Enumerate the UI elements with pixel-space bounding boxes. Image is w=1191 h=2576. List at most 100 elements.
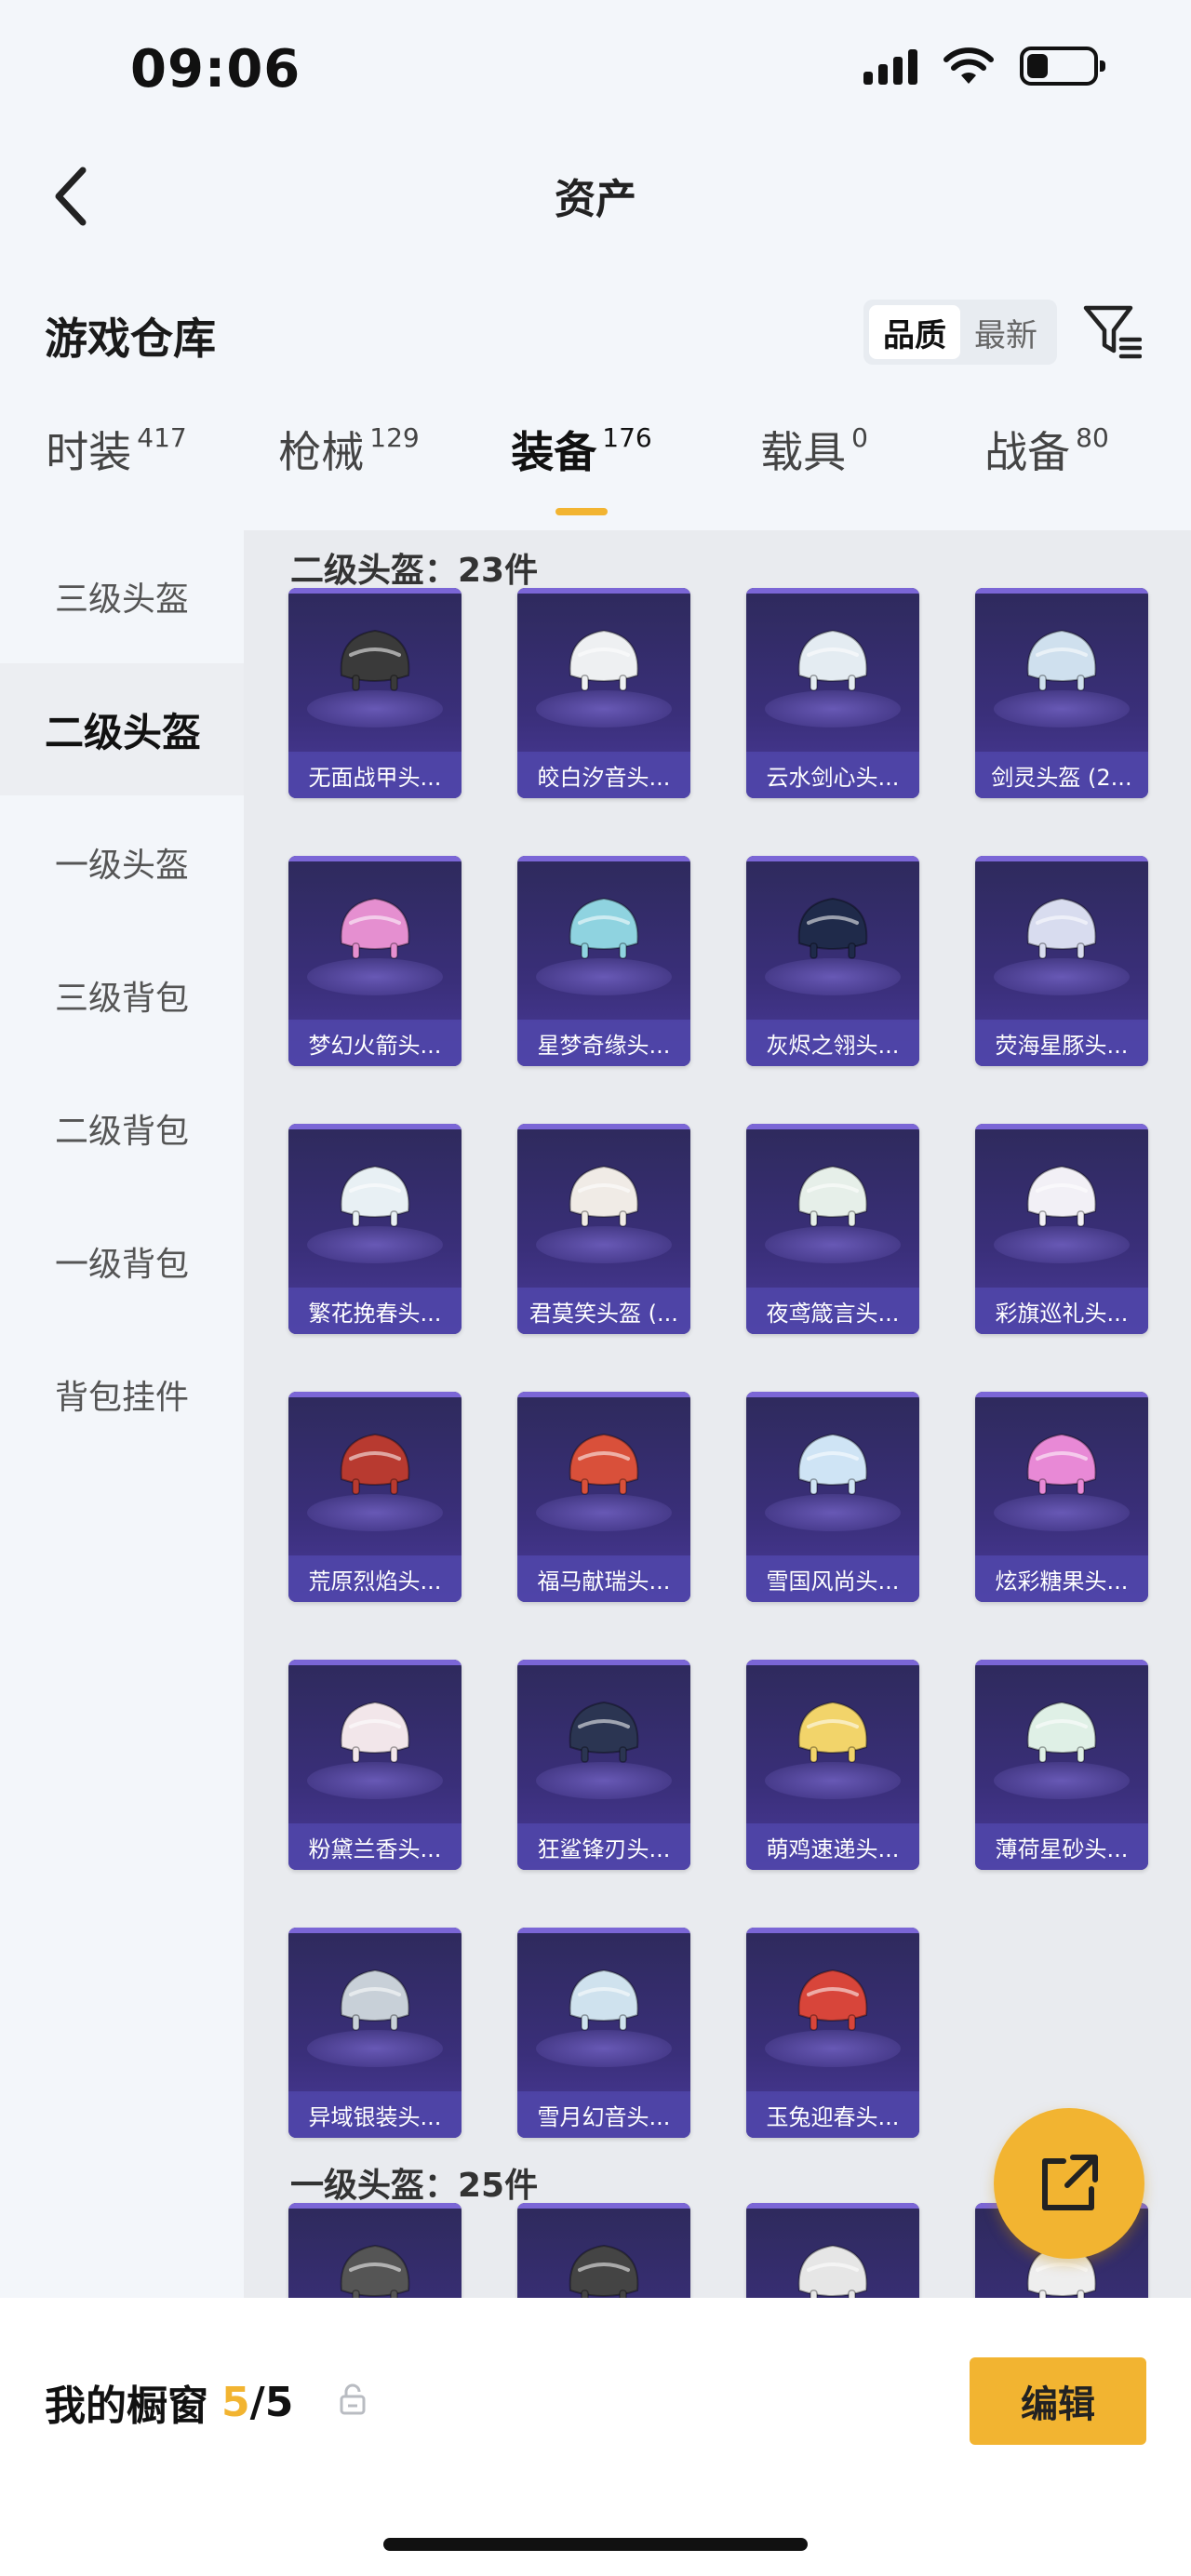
helmet-icon [797,629,868,691]
item-name: 雪月幻音头... [517,2091,690,2138]
sidebar-item-level1-backpack[interactable]: 一级背包 [0,1195,244,1328]
showcase-current: 5 [221,2378,250,2426]
item-card[interactable]: 云水剑心头... [746,588,919,798]
item-name: 繁花挽春头... [288,1288,462,1334]
item-name: 彩旗巡礼头... [975,1288,1148,1334]
tab-label: 枪械 [278,427,365,477]
edit-button[interactable]: 编辑 [970,2357,1146,2445]
item-name: 粉黛兰香头... [288,1823,462,1870]
showcase-bar: 我的橱窗 5/5 编辑 [0,2298,1191,2576]
tab-label: 时装 [46,427,132,477]
sidebar-item-level3-backpack[interactable]: 三级背包 [0,929,244,1061]
signal-icon [863,47,917,85]
tab-count: 417 [137,422,187,453]
home-indicator [383,2538,808,2551]
item-card[interactable] [746,2203,919,2298]
showcase-title: 我的橱窗 [45,2382,208,2430]
item-card[interactable]: 狂鲨锋刃头... [517,1660,690,1870]
item-name: 福马献瑞头... [517,1555,690,1602]
share-icon [1042,2155,1098,2210]
item-card[interactable]: 薄荷星砂头... [975,1660,1148,1870]
lock-icon [340,2383,366,2415]
item-name: 灰烬之翎头... [746,1020,919,1066]
helmet-icon [340,629,410,691]
status-icons [863,47,1105,86]
tab-fashion[interactable]: 时装 417 [0,419,233,530]
helmet-icon [340,1701,410,1763]
active-tab-indicator [555,508,608,515]
item-name: 梦幻火箭头... [288,1020,462,1066]
battery-icon [1020,47,1105,86]
item-name: 无面战甲头... [288,752,462,798]
item-card[interactable]: 萌鸡速递头... [746,1660,919,1870]
item-card[interactable]: 雪国风尚头... [746,1392,919,1602]
item-card[interactable]: 星梦奇缘头... [517,856,690,1066]
sort-option-newest[interactable]: 最新 [960,305,1051,359]
page-title: 资产 [555,176,636,223]
helmet-icon [1026,1433,1097,1495]
tab-label: 载具 [760,427,847,477]
item-card[interactable]: 玉兔迎春头... [746,1928,919,2138]
item-card[interactable] [288,2203,462,2298]
helmet-icon [569,2244,639,2298]
tab-count: 80 [1076,422,1109,453]
status-bar: 09:06 [0,0,1191,140]
item-name: 星梦奇缘头... [517,1020,690,1066]
tab-equipment[interactable]: 装备 176 [465,419,698,530]
item-card[interactable]: 繁花挽春头... [288,1124,462,1334]
tab-vehicles[interactable]: 载具 0 [698,419,930,530]
helmet-icon [797,1701,868,1763]
helmet-icon [340,1165,410,1227]
helmet-icon [797,1165,868,1227]
item-name: 薄荷星砂头... [975,1823,1148,1870]
item-name: 夜鸢箴言头... [746,1288,919,1334]
item-name: 皎白汐音头... [517,752,690,798]
status-time: 09:06 [130,39,301,100]
item-card[interactable]: 梦幻火箭头... [288,856,462,1066]
item-name: 异域银装头... [288,2091,462,2138]
item-card[interactable]: 荒原烈焰头... [288,1392,462,1602]
item-card[interactable]: 荧海星豚头... [975,856,1148,1066]
sidebar-item-level2-backpack[interactable]: 二级背包 [0,1062,244,1195]
group-title: 一级头盔：25件 [290,2167,539,2205]
item-card[interactable]: 雪月幻音头... [517,1928,690,2138]
item-card[interactable]: 粉黛兰香头... [288,1660,462,1870]
share-button[interactable] [994,2108,1144,2259]
item-name: 云水剑心头... [746,752,919,798]
item-grid: 二级头盔：23件 无面战甲头... 皎白汐音头... 云水剑心头... 剑灵头盔 (2.… [244,530,1191,2298]
helmet-icon [797,1433,868,1495]
section-header: 游戏仓库 品质 最新 [0,279,1191,391]
filter-icon [1083,305,1142,359]
sidebar-item-level3-helmet[interactable]: 三级头盔 [0,530,244,662]
item-name: 玉兔迎春头... [746,2091,919,2138]
sidebar-item-level1-helmet[interactable]: 一级头盔 [0,796,244,928]
item-card[interactable]: 异域银装头... [288,1928,462,2138]
item-card[interactable]: 无面战甲头... [288,588,462,798]
item-card[interactable]: 灰烬之翎头... [746,856,919,1066]
showcase-total: /5 [249,2378,294,2426]
item-card[interactable]: 福马献瑞头... [517,1392,690,1602]
filter-button[interactable] [1079,300,1144,365]
helmet-icon [340,1969,410,2031]
item-card[interactable]: 夜鸢箴言头... [746,1124,919,1334]
tab-supplies[interactable]: 战备 80 [930,419,1163,530]
wifi-icon [943,47,994,84]
sort-option-quality[interactable]: 品质 [869,305,960,359]
item-card[interactable]: 皎白汐音头... [517,588,690,798]
helmet-icon [569,1969,639,2031]
item-card[interactable]: 剑灵头盔 (2... [975,588,1148,798]
item-card[interactable] [517,2203,690,2298]
helmet-icon [797,1969,868,2031]
helmet-icon [569,1701,639,1763]
sidebar-item-level2-helmet[interactable]: 二级头盔 [0,663,244,795]
item-card[interactable]: 君莫笑头盔 (... [517,1124,690,1334]
item-card[interactable]: 炫彩糖果头... [975,1392,1148,1602]
nav-bar: 资产 [0,140,1191,251]
item-name: 萌鸡速递头... [746,1823,919,1870]
sidebar-item-backpack-pendant[interactable]: 背包挂件 [0,1328,244,1461]
item-name: 荧海星豚头... [975,1020,1148,1066]
tab-label: 战备 [984,427,1071,477]
tab-count: 129 [369,422,420,453]
item-card[interactable]: 彩旗巡礼头... [975,1124,1148,1334]
tab-guns[interactable]: 枪械 129 [233,419,465,530]
